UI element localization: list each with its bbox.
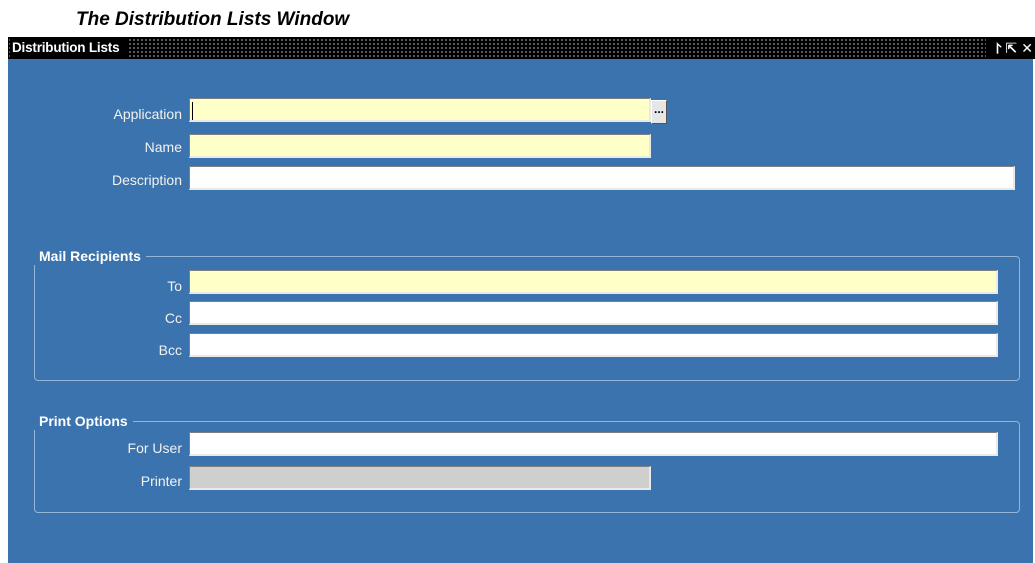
form-canvas: Application ... Name Description Mail Re… (8, 59, 1033, 563)
print-options-title: Print Options (34, 412, 133, 430)
for-user-field[interactable] (189, 432, 998, 456)
window-title: Distribution Lists (10, 39, 128, 57)
list-of-values-button[interactable]: ... (651, 100, 667, 124)
printer-field (189, 466, 651, 490)
text-cursor (192, 102, 193, 120)
maximize-icon[interactable]: ⇱ (1006, 37, 1018, 59)
cc-label: Cc (164, 310, 182, 326)
to-field[interactable] (189, 270, 998, 294)
for-user-label: For User (127, 440, 182, 456)
bcc-label: Bcc (158, 342, 182, 358)
close-icon[interactable]: ✕ (1021, 37, 1033, 59)
window-controls: ⨡ ⇱ ✕ (985, 37, 1035, 59)
printer-label: Printer (140, 473, 182, 489)
bcc-field[interactable] (189, 333, 998, 357)
name-field[interactable] (189, 134, 651, 158)
window-titlebar[interactable]: Distribution Lists ⨡ ⇱ ✕ (8, 37, 1035, 59)
mail-recipients-title: Mail Recipients (34, 247, 146, 265)
cc-field[interactable] (189, 301, 998, 325)
to-label: To (167, 278, 182, 294)
page-caption: The Distribution Lists Window (76, 9, 350, 30)
distribution-lists-window: Distribution Lists ⨡ ⇱ ✕ Application ...… (8, 37, 1035, 563)
description-field[interactable] (189, 166, 1015, 190)
name-label: Name (144, 139, 182, 155)
minimize-icon[interactable]: ⨡ (996, 37, 1002, 59)
application-field[interactable] (189, 98, 651, 122)
application-label: Application (113, 106, 183, 122)
description-label: Description (111, 172, 182, 188)
